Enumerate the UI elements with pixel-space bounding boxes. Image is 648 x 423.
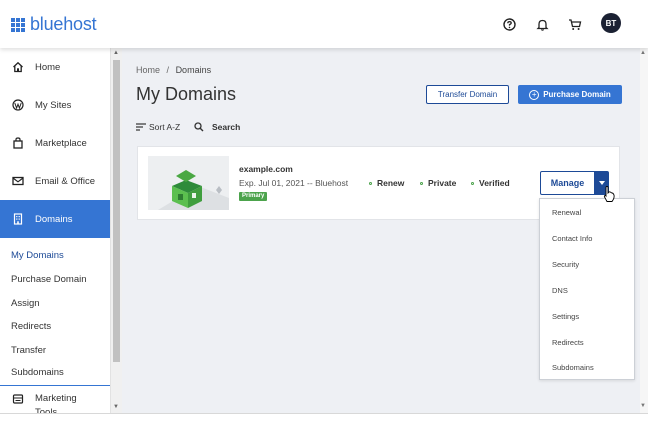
mail-icon (11, 174, 25, 188)
sidebar-item-label: My Sites (35, 99, 72, 111)
menu-item-contact-info[interactable]: Contact Info (552, 234, 592, 243)
sidebar-item-label: Marketplace (35, 137, 87, 149)
sub-item-transfer[interactable]: Transfer (11, 345, 46, 356)
home-icon (11, 60, 25, 74)
sidebar-scrollbar-thumb[interactable] (113, 60, 120, 362)
grid-logo-icon (11, 17, 25, 32)
hand-cursor-icon (603, 186, 615, 207)
feature-private: Private (420, 178, 456, 188)
plus-circle-icon: + (529, 89, 540, 100)
purchase-domain-label: Purchase Domain (543, 90, 611, 99)
menu-item-redirects[interactable]: Redirects (552, 338, 584, 347)
scroll-down-icon[interactable]: ▼ (113, 404, 119, 410)
search-label: Search (212, 122, 241, 132)
menu-item-renewal[interactable]: Renewal (552, 208, 581, 217)
breadcrumb-current: Domains (175, 65, 212, 75)
house-illustration-icon (158, 170, 229, 210)
sidebar-item-my-sites[interactable]: My Sites (0, 86, 110, 124)
domain-expiry: Exp. Jul 01, 2021 -- Bluehost (239, 178, 349, 188)
sub-item-assign[interactable]: Assign (11, 298, 40, 309)
menu-item-dns[interactable]: DNS (552, 286, 568, 295)
status-dot-icon (471, 181, 474, 185)
search-button[interactable]: Search (194, 122, 240, 132)
page-scroll-up-icon[interactable]: ▲ (640, 50, 646, 56)
feature-label: Verified (479, 178, 510, 188)
breadcrumb-home[interactable]: Home (136, 65, 160, 75)
primary-badge: Primary (239, 192, 268, 201)
sidebar-item-home[interactable]: Home (0, 48, 110, 86)
breadcrumb: Home / Domains (136, 65, 211, 75)
wordpress-icon (11, 98, 25, 112)
domain-name[interactable]: example.com (239, 164, 293, 174)
menu-item-security[interactable]: Security (552, 260, 579, 269)
sidebar-divider (0, 385, 110, 386)
status-dot-icon (369, 181, 372, 185)
domain-thumbnail (148, 156, 229, 210)
bottom-edge (0, 413, 648, 423)
search-icon (194, 122, 204, 132)
marketing-icon (11, 392, 25, 406)
feature-label: Private (428, 178, 457, 188)
sidebar: Home My Sites Marketplace Email & Office… (0, 48, 111, 413)
sub-item-purchase-domain[interactable]: Purchase Domain (11, 274, 87, 285)
feature-renew: Renew (369, 178, 404, 188)
sidebar-item-label: Marketing Tools (35, 393, 77, 413)
menu-item-subdomains[interactable]: Subdomains (552, 363, 594, 372)
top-header: bluehost BT (0, 0, 648, 48)
manage-button[interactable]: Manage (540, 171, 595, 195)
brand-name: bluehost (30, 14, 97, 34)
sidebar-item-marketplace[interactable]: Marketplace (0, 124, 110, 162)
shopping-bag-icon (11, 136, 25, 150)
feature-verified: Verified (471, 178, 510, 188)
bell-icon[interactable] (533, 15, 551, 33)
scroll-up-icon[interactable]: ▲ (113, 50, 119, 56)
purchase-domain-button[interactable]: + Purchase Domain (518, 85, 622, 104)
cart-icon[interactable] (566, 15, 584, 33)
menu-item-settings[interactable]: Settings (552, 312, 579, 321)
breadcrumb-separator: / (166, 65, 170, 75)
page-scrollbar[interactable] (640, 48, 648, 413)
sub-item-subdomains[interactable]: Subdomains (11, 367, 64, 378)
sidebar-item-domains[interactable]: Domains (0, 200, 110, 238)
building-icon (11, 212, 25, 226)
page-title: My Domains (136, 84, 237, 104)
caret-down-icon (599, 181, 605, 185)
status-dot-icon (420, 181, 423, 185)
sub-item-redirects[interactable]: Redirects (11, 321, 51, 332)
sidebar-item-label: Email & Office (35, 175, 96, 187)
sub-item-my-domains[interactable]: My Domains (11, 250, 64, 261)
transfer-domain-button[interactable]: Transfer Domain (426, 85, 509, 104)
sidebar-item-marketing-tools[interactable]: Marketing Tools (0, 388, 110, 413)
sort-icon (136, 123, 146, 131)
feature-label: Renew (377, 178, 405, 188)
sidebar-item-label: Domains (35, 213, 73, 225)
manage-dropdown-menu: Renewal Contact Info Security DNS Settin… (539, 198, 635, 380)
sidebar-item-email-office[interactable]: Email & Office (0, 162, 110, 200)
avatar[interactable]: BT (601, 13, 621, 33)
sidebar-item-label: Home (35, 61, 61, 73)
sort-label: Sort A-Z (149, 122, 181, 132)
page-scroll-down-icon[interactable]: ▼ (640, 403, 646, 409)
sort-button[interactable]: Sort A-Z (136, 122, 180, 132)
bluehost-logo[interactable]: bluehost (11, 14, 97, 35)
help-circle-icon[interactable] (500, 15, 518, 33)
